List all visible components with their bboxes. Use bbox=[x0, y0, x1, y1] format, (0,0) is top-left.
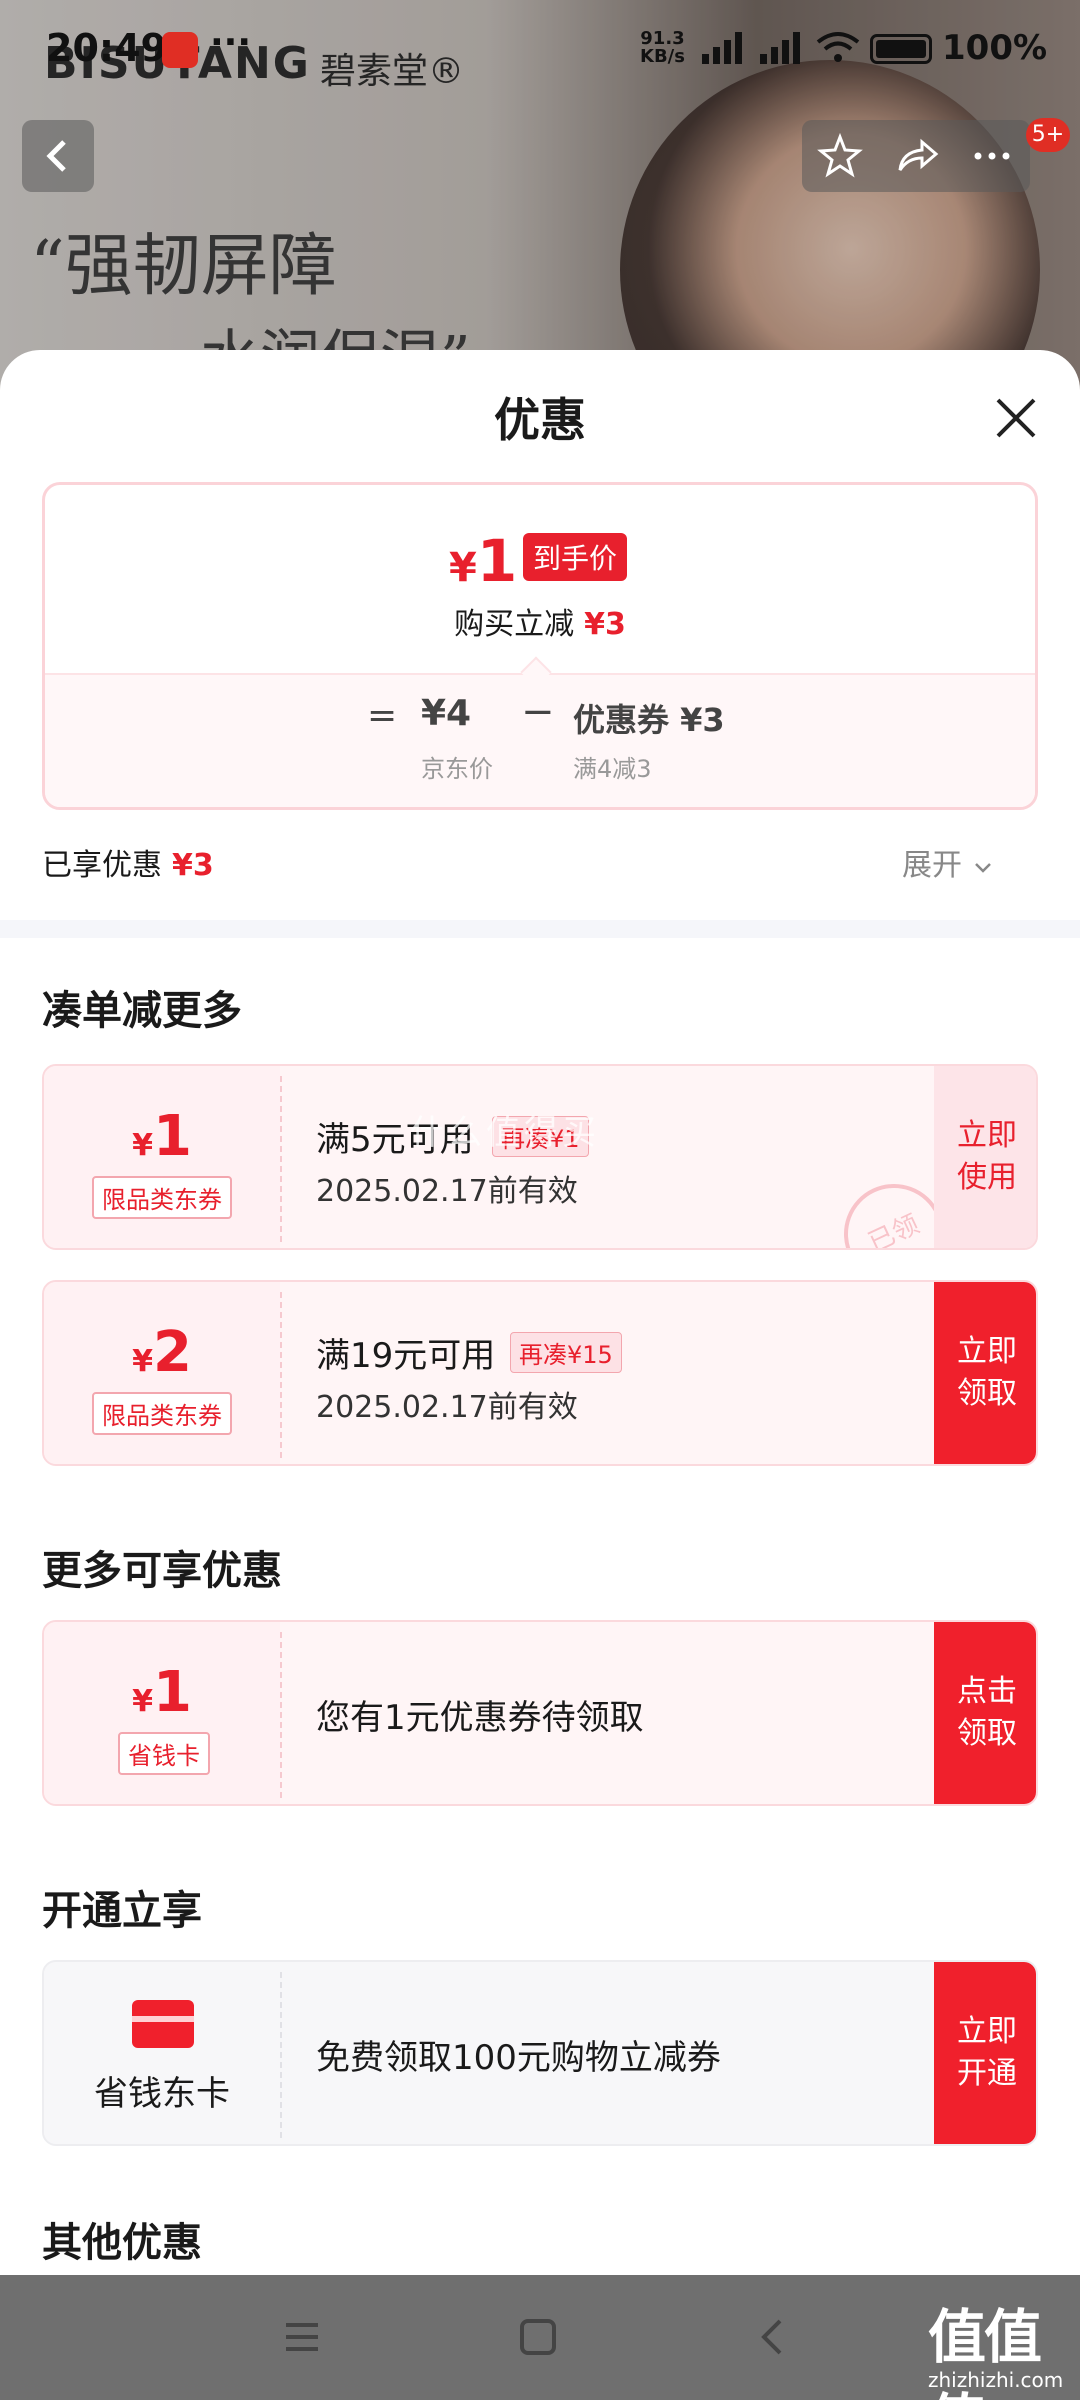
expand-label: 展开 bbox=[902, 848, 962, 883]
coupon-separator bbox=[280, 1972, 282, 2138]
battery-icon bbox=[870, 34, 932, 64]
final-price-tag: 到手价 bbox=[523, 533, 628, 581]
coupon-type: 限品类东券 bbox=[92, 1176, 232, 1219]
claim-now-label: 立即 领取 bbox=[957, 1334, 1017, 1411]
site-url: zhizhizhi.com bbox=[928, 2368, 1064, 2392]
coupon-rule-text: 满19元可用 bbox=[316, 1336, 496, 1376]
membership-offer-text: 免费领取100元购物立减券 bbox=[316, 2038, 721, 2078]
signal-icon-2 bbox=[760, 32, 800, 64]
coupon-separator bbox=[280, 1076, 282, 1242]
status-time: 20:49 bbox=[46, 26, 167, 70]
claim-now-button[interactable]: 立即 领取 bbox=[934, 1282, 1036, 1464]
enjoyed-amount: ¥3 bbox=[172, 848, 214, 883]
final-price-value: 1 bbox=[476, 527, 518, 595]
open-now-label: 立即 开通 bbox=[957, 2014, 1017, 2091]
status-bar: 20:49 ··· 91.3 KB/s 100% bbox=[0, 0, 1080, 90]
expand-button[interactable]: 展开 bbox=[902, 840, 994, 884]
coupon-amount-value: 1 bbox=[152, 1660, 192, 1725]
wifi-icon bbox=[816, 32, 860, 62]
open-now-button[interactable]: 立即 开通 bbox=[934, 1962, 1036, 2144]
system-navigation-bar bbox=[0, 2275, 1080, 2400]
membership-name: 省钱东卡 bbox=[94, 2074, 230, 2114]
equals-sign: = bbox=[367, 695, 398, 736]
final-price-area: ¥1 到手价 购买立减 ¥3 bbox=[45, 485, 1035, 673]
coupon-validity: 2025.02.17前有效 bbox=[316, 1390, 578, 1425]
close-icon[interactable] bbox=[986, 388, 1046, 448]
coupon-amount-value: 2 bbox=[152, 1320, 192, 1385]
coupon-separator bbox=[280, 1292, 282, 1458]
coupon-rule: 满4减3 bbox=[573, 755, 652, 783]
jd-price-label: 京东价 bbox=[421, 755, 493, 783]
more-icon[interactable] bbox=[968, 132, 1016, 180]
coupon-value: ¥1 bbox=[44, 1660, 280, 1725]
price-breakdown: = ¥4 京东价 − 优惠券 ¥3 满4减3 bbox=[45, 673, 1035, 807]
star-icon[interactable] bbox=[816, 132, 864, 180]
battery-percent: 100% bbox=[942, 28, 1048, 68]
coupon-separator bbox=[280, 1632, 282, 1798]
membership-card: 省钱东卡 免费领取100元购物立减券 立即 开通 bbox=[42, 1960, 1038, 2146]
coupon-value: ¥2 bbox=[44, 1320, 280, 1385]
instant-reduce-label: 购买立减 bbox=[454, 607, 575, 642]
coupon-currency: ¥ bbox=[132, 1344, 153, 1379]
coupon-card: ¥1 限品类东券 满5元可用 再凑¥1 2025.02.17前有效 已领 立即 … bbox=[42, 1064, 1038, 1250]
minus-sign: − bbox=[521, 689, 555, 735]
coupon-card: ¥2 限品类东券 满19元可用 再凑¥15 2025.02.17前有效 立即 领… bbox=[42, 1280, 1038, 1466]
network-speed: 91.3 KB/s bbox=[640, 30, 685, 66]
coupon-currency: ¥ bbox=[132, 1684, 153, 1719]
message-badge: 5+ bbox=[1026, 118, 1070, 152]
instant-reduce: 购买立减 ¥3 bbox=[45, 599, 1035, 643]
price-summary-card: ¥1 到手价 购买立减 ¥3 = ¥4 京东价 − 优惠券 ¥3 满4减3 bbox=[42, 482, 1038, 810]
use-now-button[interactable]: 立即 使用 bbox=[934, 1066, 1036, 1248]
click-claim-label: 点击 领取 bbox=[957, 1674, 1017, 1751]
back-button[interactable] bbox=[22, 120, 94, 192]
chevron-down-icon bbox=[974, 862, 991, 873]
share-icon[interactable] bbox=[892, 132, 940, 180]
final-price: ¥1 bbox=[449, 527, 517, 595]
signal-icon bbox=[702, 32, 742, 64]
coupon-currency: ¥ bbox=[132, 1128, 153, 1163]
section-title-open: 开通立享 bbox=[42, 1888, 202, 1934]
use-now-label: 立即 使用 bbox=[957, 1118, 1017, 1195]
enjoyed-discount: 已享优惠 ¥3 bbox=[42, 840, 214, 884]
coupon-type: 限品类东券 bbox=[92, 1392, 232, 1435]
home-icon[interactable] bbox=[514, 2313, 562, 2361]
discount-sheet: 优惠 ¥1 到手价 购买立减 ¥3 = ¥4 京东价 − 优惠券 ¥3 满4减3 … bbox=[0, 350, 1080, 2275]
section-title-more: 更多可享优惠 bbox=[42, 1548, 282, 1594]
back-icon bbox=[46, 140, 66, 172]
coupon-add-more-tag: 再凑¥15 bbox=[510, 1332, 622, 1373]
savings-card-coupon: ¥1 省钱卡 您有1元优惠券待领取 点击 领取 bbox=[42, 1620, 1038, 1806]
top-action-group bbox=[802, 120, 1030, 192]
section-title-other: 其他优惠 bbox=[42, 2220, 202, 2266]
nav-back-icon[interactable] bbox=[750, 2313, 798, 2361]
coupon-amount: 优惠券 ¥3 bbox=[573, 701, 725, 739]
section-title-combine: 凑单减更多 bbox=[42, 988, 242, 1034]
network-speed-unit: KB/s bbox=[640, 46, 685, 67]
section-divider bbox=[0, 920, 1080, 938]
click-claim-button[interactable]: 点击 领取 bbox=[934, 1622, 1036, 1804]
menu-icon[interactable] bbox=[278, 2313, 326, 2361]
coupon-value: ¥1 bbox=[44, 1104, 280, 1169]
watermark: 什么值得买 bbox=[410, 1113, 600, 1153]
jd-price: ¥4 bbox=[421, 693, 472, 734]
membership-left bbox=[44, 1962, 280, 2144]
coupon-amount-value: 1 bbox=[152, 1104, 192, 1169]
coupon-validity: 2025.02.17前有效 bbox=[316, 1174, 578, 1209]
currency-symbol: ¥ bbox=[449, 545, 477, 591]
app-notification-icon bbox=[162, 32, 198, 68]
instant-reduce-amount: ¥3 bbox=[584, 607, 626, 642]
status-more-dots: ··· bbox=[210, 22, 252, 63]
sheet-title: 优惠 bbox=[494, 393, 586, 447]
coupon-type: 省钱卡 bbox=[118, 1732, 210, 1775]
card-icon bbox=[132, 2000, 194, 2048]
enjoyed-label: 已享优惠 bbox=[42, 848, 162, 883]
pending-coupon-text: 您有1元优惠券待领取 bbox=[316, 1698, 644, 1738]
